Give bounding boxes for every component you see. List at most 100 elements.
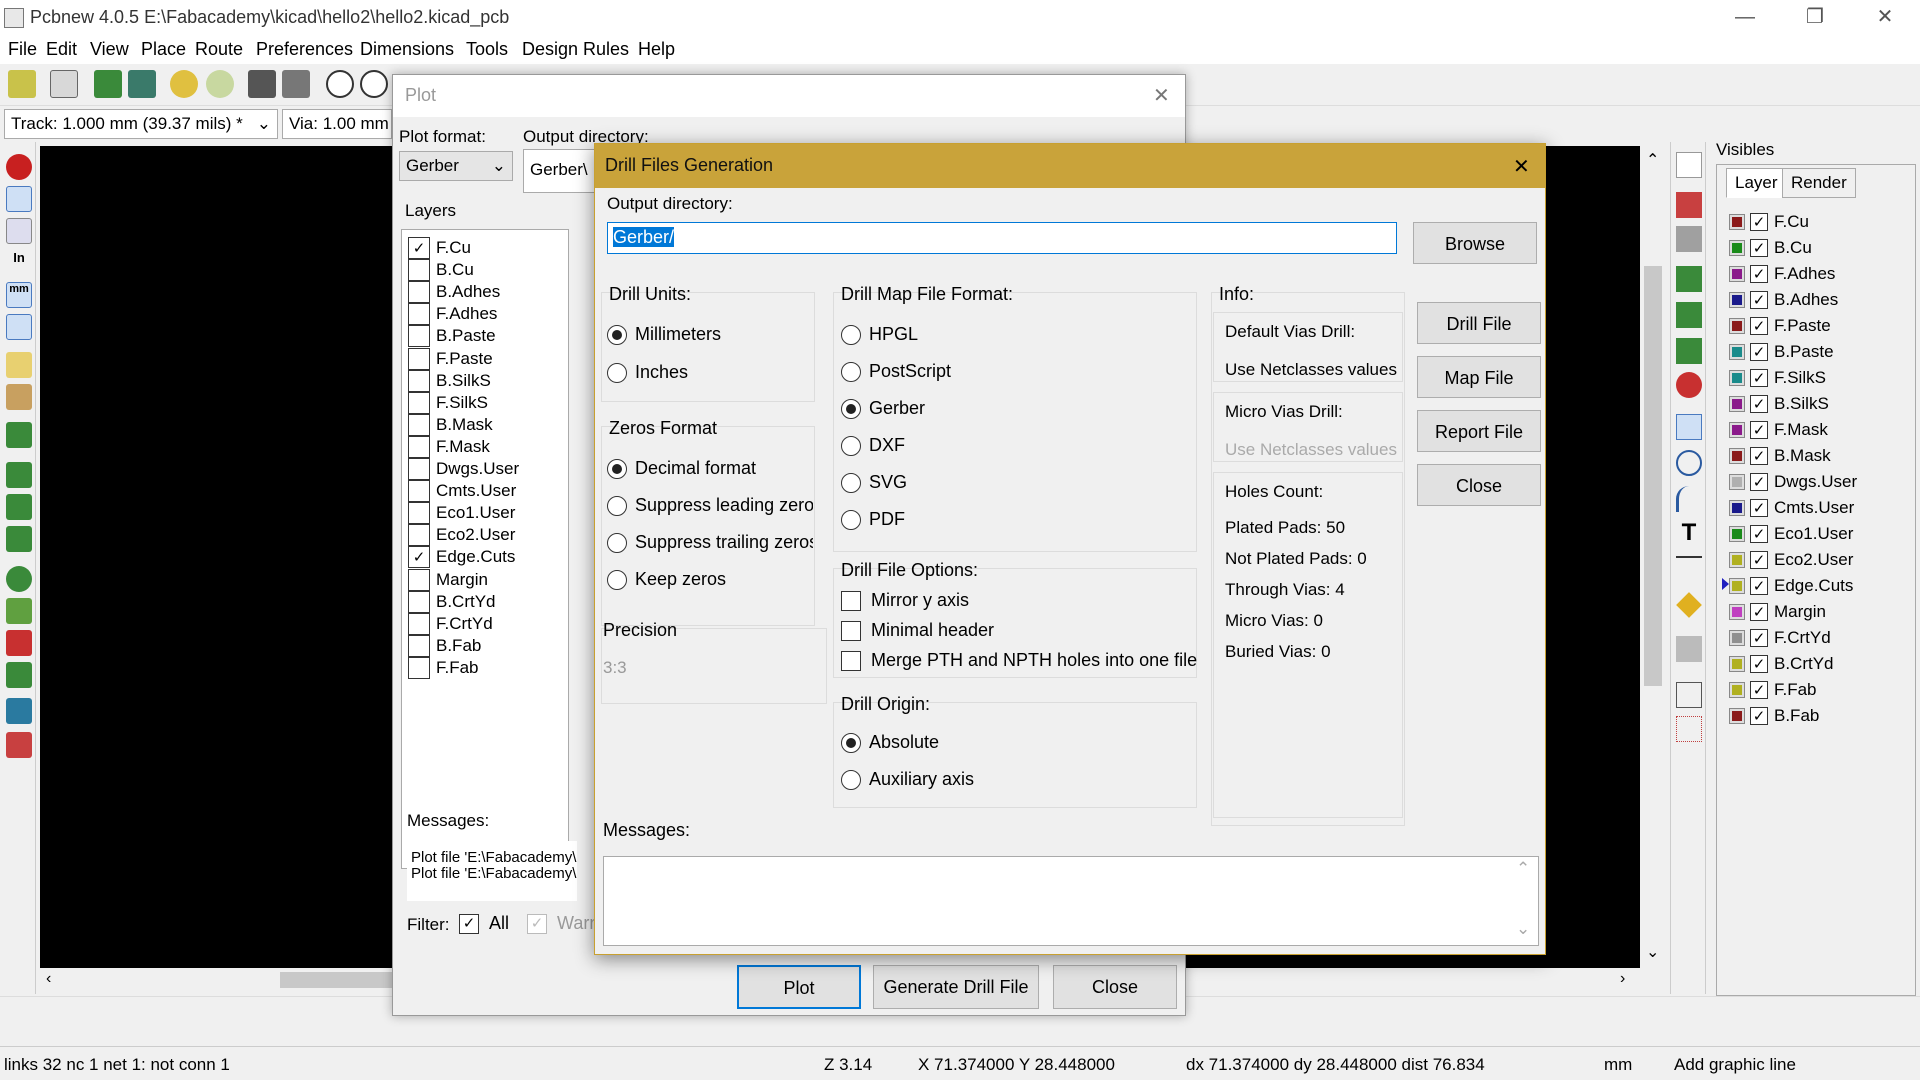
undo-icon[interactable] [170,70,198,98]
scroll-up-icon[interactable]: ⌃ [1516,859,1530,879]
minimize-button[interactable]: — [1710,0,1780,34]
pad-sketch-icon[interactable] [6,566,32,592]
plot-layer-b-adhes[interactable]: B.Adhes [408,280,500,304]
layer-color-swatch[interactable] [1729,292,1745,308]
layer-color-swatch[interactable] [1729,240,1745,256]
open-board-icon[interactable] [94,70,122,98]
plot-layer-b-paste[interactable]: B.Paste [408,324,496,348]
radio-map-postscript[interactable]: PostScript [841,361,951,382]
visible-layer-b-fab[interactable]: ✓ B.Fab [1729,704,1819,728]
add-target-icon[interactable] [1676,592,1702,618]
drill-file-button[interactable]: Drill File [1417,302,1541,344]
zone-fill-icon[interactable] [6,462,32,488]
scroll-up-icon[interactable]: ⌃ [1646,150,1659,170]
checkbox-icon[interactable] [408,413,430,436]
checkbox-icon[interactable] [408,281,430,304]
layer-color-swatch[interactable] [1729,552,1745,568]
checkbox-icon[interactable] [408,480,430,503]
highlight-net-icon[interactable] [1676,192,1702,218]
inch-units-icon[interactable]: In [6,250,32,276]
radio-suppress-trailing-zeros[interactable]: Suppress trailing zeros [607,532,813,553]
route-track-icon[interactable] [1676,302,1702,328]
autodelete-tracks-icon[interactable] [6,422,32,448]
visible-layer-b-cu[interactable]: ✓ B.Cu [1729,236,1812,260]
grid-origin-icon[interactable] [1676,716,1702,742]
scroll-down-icon[interactable]: ⌄ [1516,919,1530,939]
ratsnest-icon[interactable] [6,352,32,378]
plot-layer-edge-cuts[interactable]: ✓ Edge.Cuts [408,545,515,569]
menu-edit[interactable]: Edit [46,39,77,60]
check-icon[interactable]: ✓ [1750,265,1768,283]
plot-layer-b-cu[interactable]: B.Cu [408,258,474,282]
radio-auxiliary-axis[interactable]: Auxiliary axis [841,769,974,790]
add-arc-icon[interactable] [1676,486,1702,512]
menu-help[interactable]: Help [638,39,675,60]
radio-map-pdf[interactable]: PDF [841,509,905,530]
polar-coords-icon[interactable] [6,218,32,244]
vertical-scrollbar[interactable]: ⌃ ⌄ [1642,146,1666,968]
visible-layer-b-adhes[interactable]: ✓ B.Adhes [1729,288,1838,312]
check-icon[interactable]: ✓ [1750,421,1768,439]
report-file-button[interactable]: Report File [1417,410,1541,452]
tab-layer[interactable]: Layer [1726,168,1787,198]
close-window-button[interactable]: ✕ [1850,0,1920,34]
checkbox-icon[interactable] [408,590,430,613]
layer-color-swatch[interactable] [1729,396,1745,412]
layer-color-swatch[interactable] [1729,422,1745,438]
checkbox-icon[interactable] [408,458,430,480]
checkbox-icon[interactable] [408,568,430,591]
visible-layer-f-mask[interactable]: ✓ F.Mask [1729,418,1828,442]
menu-view[interactable]: View [90,39,129,60]
checkbox-icon[interactable] [408,347,430,370]
microwave-tools-icon[interactable] [6,732,32,758]
check-icon[interactable]: ✓ [1750,369,1768,387]
layer-color-swatch[interactable] [1729,344,1745,360]
radio-absolute[interactable]: Absolute [841,732,939,753]
plot-layer-f-crtyd[interactable]: F.CrtYd [408,612,493,636]
mirror-y-axis-checkbox[interactable]: Mirror y axis [841,590,969,611]
radio-map-dxf[interactable]: DXF [841,435,905,456]
plot-format-select[interactable]: Gerber ⌄ [399,151,513,181]
close-icon[interactable]: ✕ [1153,83,1170,108]
visible-layer-eco2-user[interactable]: ✓ Eco2.User [1729,548,1853,572]
high-contrast-icon[interactable] [6,662,32,688]
check-icon[interactable]: ✓ [1750,213,1768,231]
visible-layer-edge-cuts[interactable]: ✓ Edge.Cuts [1729,574,1853,598]
new-board-icon[interactable] [8,70,36,98]
local-ratsnest-icon[interactable] [1676,226,1702,252]
plot-layer-b-silks[interactable]: B.SilkS [408,369,491,393]
layer-color-swatch[interactable] [1729,318,1745,334]
zone-sketch-icon[interactable] [6,526,32,552]
grid-icon[interactable] [6,186,32,212]
plot-layer-f-adhes[interactable]: F.Adhes [408,302,497,326]
zone-outline-icon[interactable] [6,494,32,520]
layer-color-swatch[interactable] [1729,578,1745,594]
delete-icon[interactable] [1676,636,1702,662]
add-text-icon[interactable]: T [1676,520,1702,546]
plot-layer-dwgs-user[interactable]: Dwgs.User [408,457,519,481]
check-icon[interactable]: ✓ [408,546,430,569]
check-icon[interactable]: ✓ [1750,707,1768,725]
layer-color-swatch[interactable] [1729,682,1745,698]
plot-layer-eco2-user[interactable]: Eco2.User [408,523,515,547]
visible-layer-f-cu[interactable]: ✓ F.Cu [1729,210,1809,234]
plot-button[interactable]: Plot [737,965,861,1009]
save-board-icon[interactable] [128,70,156,98]
plot-output-dir-input[interactable]: Gerber\ [523,149,603,193]
menu-file[interactable]: File [8,39,37,60]
check-icon[interactable]: ✓ [1750,525,1768,543]
check-icon[interactable]: ✓ [1750,577,1768,595]
check-icon[interactable]: ✓ [1750,681,1768,699]
zoom-in-icon[interactable] [326,70,354,98]
check-icon[interactable]: ✓ [1750,239,1768,257]
merge-pth-npth-checkbox[interactable]: Merge PTH and NPTH holes into one file [841,650,1197,671]
visible-layer-f-paste[interactable]: ✓ F.Paste [1729,314,1831,338]
checkbox-icon[interactable] [408,435,430,458]
plot-layer-eco1-user[interactable]: Eco1.User [408,501,515,525]
menu-place[interactable]: Place [141,39,186,60]
radio-suppress-leading-zeros[interactable]: Suppress leading zeros [607,495,813,516]
check-icon[interactable]: ✓ [408,237,430,259]
menu-design-rules[interactable]: Design Rules [522,39,629,60]
menu-dimensions[interactable]: Dimensions [360,39,454,60]
layer-color-swatch[interactable] [1729,526,1745,542]
